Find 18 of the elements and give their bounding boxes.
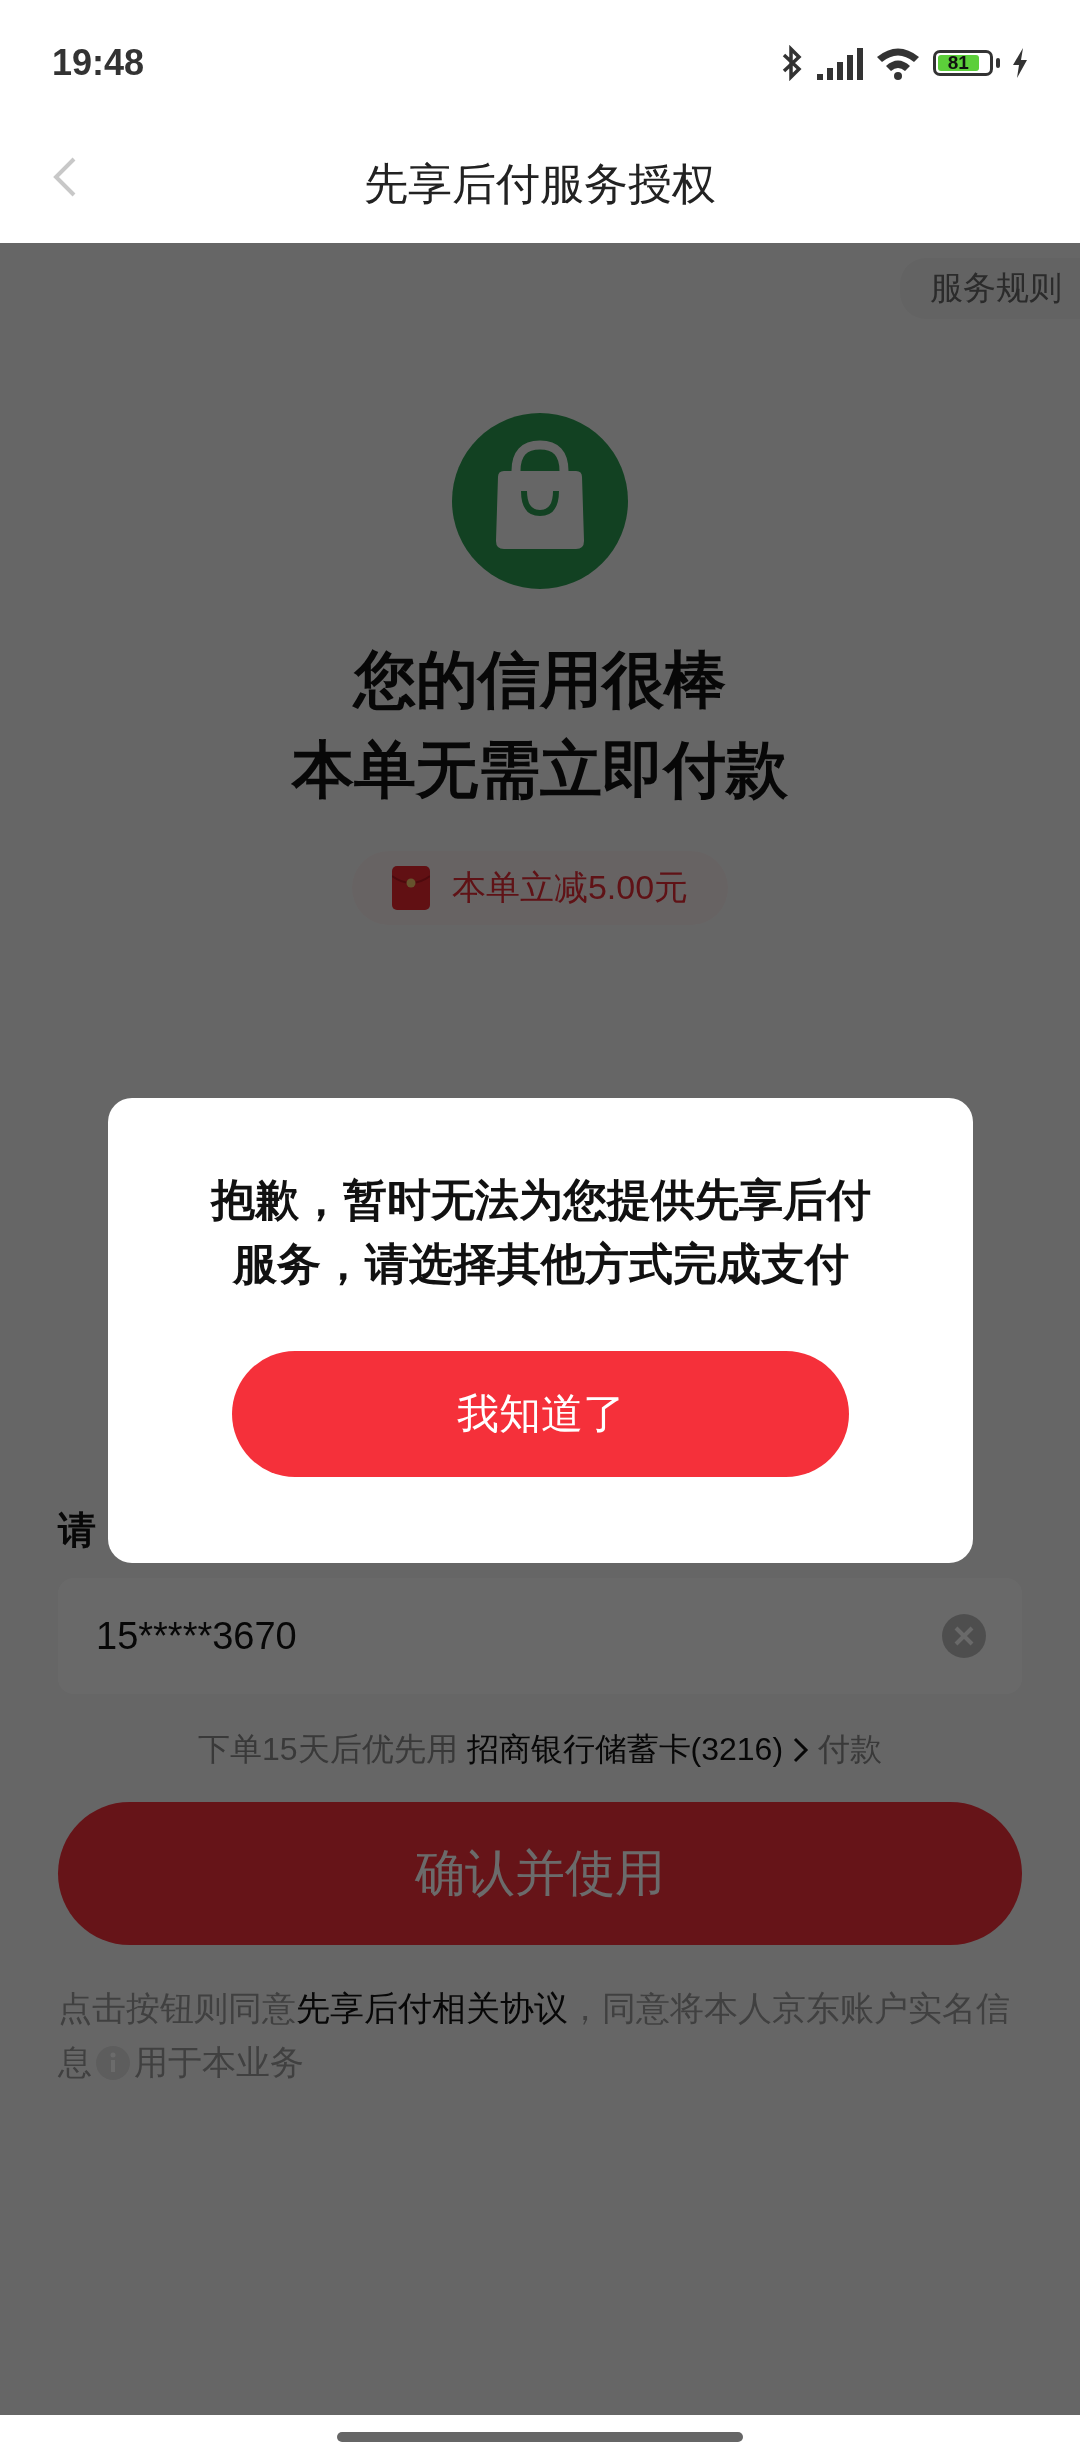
confirm-button[interactable]: 确认并使用	[58, 1802, 1022, 1945]
acknowledge-button[interactable]: 我知道了	[232, 1351, 849, 1477]
field-label: 请	[58, 1508, 97, 1553]
chevron-icon	[793, 1737, 810, 1763]
home-indicator[interactable]	[337, 2432, 743, 2442]
bluetooth-icon	[781, 44, 803, 81]
dialog-message: 抱歉，暂时无法为您提供先享后付服务，请选择其他方式完成支付	[209, 1174, 872, 1290]
envelope-icon	[391, 866, 430, 910]
headline-text: 您的信用很棒	[354, 644, 726, 716]
payment-card-link[interactable]: 招商银行储蓄卡(3216)	[466, 1728, 810, 1772]
headline-text: 本单无需立即付款	[292, 734, 788, 806]
charging-icon	[1012, 47, 1028, 78]
shopping-bag-icon	[452, 413, 628, 589]
discount-text: 本单立减5.00元	[451, 867, 689, 908]
clear-button[interactable]	[942, 1614, 986, 1658]
agreement-link[interactable]: 先享后付相关协议	[296, 1989, 568, 2027]
page-title: 先享后付服务授权	[364, 157, 716, 210]
clock-time: 19:48	[52, 41, 145, 84]
